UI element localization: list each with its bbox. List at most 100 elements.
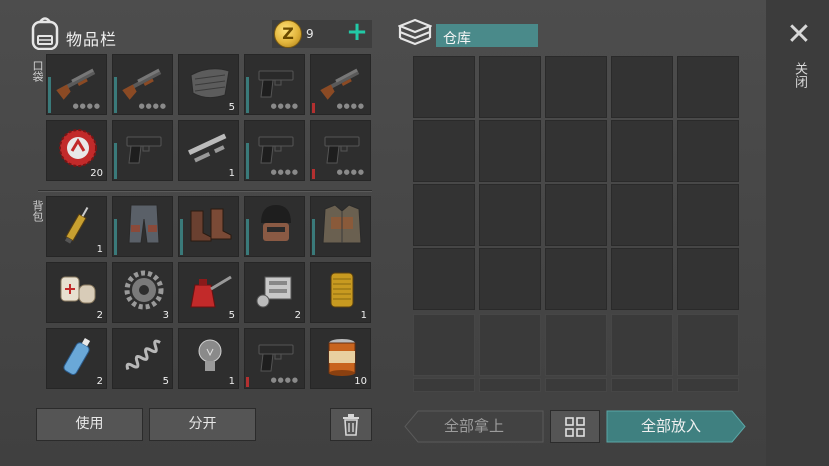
grid-icon bbox=[565, 417, 585, 437]
inventory-slot[interactable]: 2 bbox=[46, 328, 107, 389]
warehouse-slot[interactable] bbox=[545, 248, 607, 310]
warehouse-slot[interactable] bbox=[413, 120, 475, 182]
item-quantity: 1 bbox=[360, 310, 367, 321]
coin-icon: Z bbox=[274, 20, 302, 48]
stacked-boxes-icon bbox=[397, 18, 433, 50]
durability-bar bbox=[180, 219, 183, 255]
warehouse-slot[interactable] bbox=[479, 184, 541, 246]
warehouse-slot[interactable] bbox=[479, 378, 541, 392]
inventory-slot[interactable]: 10 bbox=[310, 328, 371, 389]
item-quantity: 20 bbox=[90, 168, 103, 179]
warehouse-slot[interactable] bbox=[677, 184, 739, 246]
durability-bar bbox=[246, 219, 249, 255]
warehouse-slot[interactable] bbox=[677, 120, 739, 182]
item-quantity: 1 bbox=[96, 244, 103, 255]
trash-button[interactable] bbox=[330, 408, 372, 441]
inventory-slot[interactable]: 5 bbox=[178, 262, 239, 323]
inventory-slot[interactable]: 20 bbox=[46, 120, 107, 181]
inventory-slot[interactable] bbox=[244, 196, 305, 257]
coin-count: 9 bbox=[306, 27, 314, 41]
inventory-slot[interactable]: 5 bbox=[112, 328, 173, 389]
warehouse-slot[interactable] bbox=[479, 248, 541, 310]
warehouse-slot[interactable] bbox=[545, 184, 607, 246]
warehouse-slot[interactable] bbox=[545, 120, 607, 182]
inventory-slot[interactable]: ●●●● bbox=[244, 54, 305, 115]
inventory-slot[interactable] bbox=[112, 120, 173, 181]
put-all-button[interactable]: 全部放入 bbox=[606, 410, 746, 443]
durability-bar bbox=[114, 77, 117, 113]
use-button[interactable]: 使用 bbox=[36, 408, 143, 441]
add-coins-button[interactable]: + bbox=[344, 19, 370, 46]
warehouse-slot[interactable] bbox=[677, 56, 739, 118]
item-quantity: 1 bbox=[228, 376, 235, 387]
inventory-slot[interactable]: 1 bbox=[46, 196, 107, 257]
warehouse-slot[interactable] bbox=[545, 314, 607, 376]
inventory-slot[interactable]: ●●●● bbox=[310, 54, 371, 115]
durability-bar bbox=[246, 77, 249, 113]
take-all-button[interactable]: 全部拿上 bbox=[404, 410, 544, 443]
warehouse-slot[interactable] bbox=[677, 314, 739, 376]
durability-bar bbox=[312, 169, 315, 179]
durability-bar bbox=[312, 219, 315, 255]
inventory-slot[interactable]: ●●●● bbox=[112, 54, 173, 115]
take-all-label: 全部拿上 bbox=[443, 417, 504, 435]
close-label[interactable]: 关闭 bbox=[790, 62, 809, 88]
warehouse-slot[interactable] bbox=[413, 56, 475, 118]
item-quantity: 5 bbox=[228, 102, 235, 113]
warehouse-slot[interactable] bbox=[479, 56, 541, 118]
item-quantity: 5 bbox=[162, 376, 169, 387]
warehouse-slot[interactable] bbox=[479, 314, 541, 376]
item-quantity: 2 bbox=[96, 376, 103, 387]
inventory-title: 物品栏 bbox=[66, 30, 118, 49]
durability-bar bbox=[246, 377, 249, 387]
quality-dots: ●●●● bbox=[138, 102, 167, 110]
warehouse-title: 仓库 bbox=[443, 31, 471, 47]
inventory-slot[interactable]: 1 bbox=[178, 120, 239, 181]
sort-grid-button[interactable] bbox=[550, 410, 600, 443]
durability-bar bbox=[312, 103, 315, 113]
inventory-slot[interactable]: 2 bbox=[244, 262, 305, 323]
pocket-label: 口袋 bbox=[31, 60, 44, 82]
split-button[interactable]: 分开 bbox=[149, 408, 256, 441]
item-quantity: 2 bbox=[294, 310, 301, 321]
warehouse-slot[interactable] bbox=[413, 184, 475, 246]
warehouse-slot[interactable] bbox=[413, 314, 475, 376]
inventory-slot[interactable]: 1 bbox=[310, 262, 371, 323]
warehouse-slot[interactable] bbox=[611, 184, 673, 246]
inventory-slot[interactable]: 3 bbox=[112, 262, 173, 323]
inventory-slot[interactable]: ●●●● bbox=[244, 120, 305, 181]
inventory-slot[interactable]: 5 bbox=[178, 54, 239, 115]
close-icon[interactable]: ✕ bbox=[784, 20, 814, 50]
warehouse-slot[interactable] bbox=[479, 120, 541, 182]
warehouse-slot[interactable] bbox=[545, 56, 607, 118]
warehouse-slot[interactable] bbox=[677, 248, 739, 310]
quality-dots: ●●●● bbox=[270, 376, 299, 384]
warehouse-slot[interactable] bbox=[611, 314, 673, 376]
item-quantity: 1 bbox=[228, 168, 235, 179]
warehouse-slot[interactable] bbox=[611, 378, 673, 392]
inventory-slot[interactable]: ●●●● bbox=[310, 120, 371, 181]
durability-bar bbox=[246, 143, 249, 179]
quality-dots: ●●●● bbox=[336, 102, 365, 110]
quality-dots: ●●●● bbox=[336, 168, 365, 176]
inventory-slot[interactable] bbox=[112, 196, 173, 257]
inventory-slot[interactable] bbox=[178, 196, 239, 257]
section-divider bbox=[38, 190, 372, 192]
inventory-slot[interactable]: 1 bbox=[178, 328, 239, 389]
warehouse-slot[interactable] bbox=[611, 120, 673, 182]
warehouse-slot[interactable] bbox=[413, 248, 475, 310]
durability-bar bbox=[114, 219, 117, 255]
item-quantity: 3 bbox=[162, 310, 169, 321]
item-quantity: 10 bbox=[354, 376, 367, 387]
inventory-slot[interactable] bbox=[310, 196, 371, 257]
item-quantity: 2 bbox=[96, 310, 103, 321]
inventory-slot[interactable]: ●●●● bbox=[244, 328, 305, 389]
warehouse-slot[interactable] bbox=[611, 248, 673, 310]
warehouse-slot[interactable] bbox=[611, 56, 673, 118]
inventory-slot[interactable]: ●●●● bbox=[46, 54, 107, 115]
quality-dots: ●●●● bbox=[72, 102, 101, 110]
inventory-slot[interactable]: 2 bbox=[46, 262, 107, 323]
warehouse-slot[interactable] bbox=[413, 378, 475, 392]
warehouse-slot[interactable] bbox=[677, 378, 739, 392]
warehouse-slot[interactable] bbox=[545, 378, 607, 392]
